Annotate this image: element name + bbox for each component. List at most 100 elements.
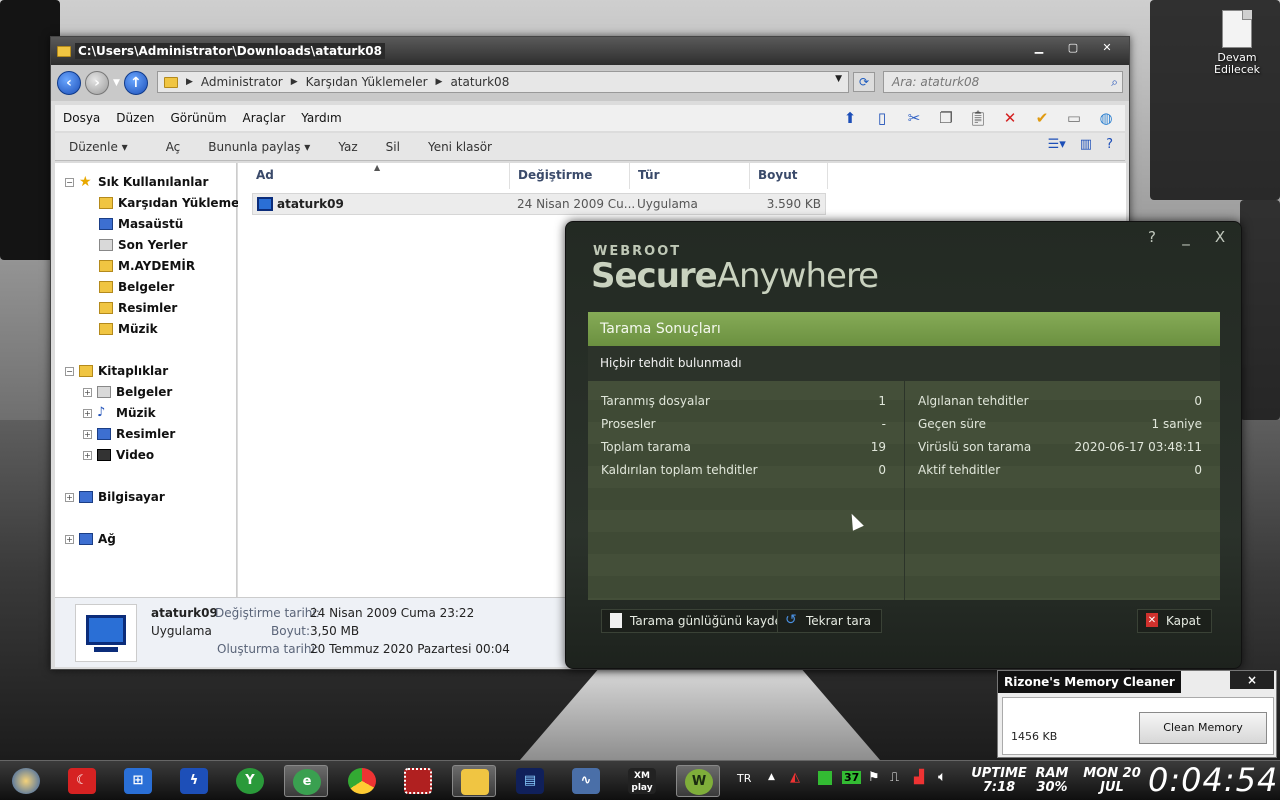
- nav-libraries[interactable]: − Kitaplıklar: [65, 364, 168, 378]
- chevron-right-icon[interactable]: ▶: [186, 77, 193, 87]
- maximize-button[interactable]: ▢: [1057, 39, 1089, 57]
- save-log-button[interactable]: Tarama günlüğünü kaydet: [601, 609, 798, 633]
- chevron-right-icon[interactable]: ▶: [436, 77, 443, 87]
- network-signal-icon[interactable]: ▟: [914, 770, 924, 785]
- history-dropdown-icon[interactable]: ▼: [113, 78, 120, 88]
- globe-icon[interactable]: ◍: [1093, 106, 1119, 130]
- help-icon[interactable]: ?: [1106, 137, 1113, 152]
- tray-memory-icon[interactable]: [818, 771, 832, 785]
- view-options-icon[interactable]: ☰▾: [1048, 137, 1066, 152]
- expand-icon[interactable]: +: [83, 429, 92, 439]
- clock[interactable]: 0:04:54: [1148, 762, 1278, 798]
- expand-icon[interactable]: +: [65, 492, 74, 502]
- expand-icon[interactable]: +: [83, 387, 92, 397]
- clean-memory-button[interactable]: Clean Memory: [1139, 712, 1267, 744]
- language-indicator[interactable]: TR: [737, 772, 751, 785]
- minimize-button[interactable]: ▁: [1023, 39, 1055, 57]
- expand-icon[interactable]: +: [65, 534, 74, 544]
- nav-item-recent[interactable]: Son Yerler: [99, 238, 187, 252]
- close-dialog-button[interactable]: ✕ Kapat: [1137, 609, 1212, 633]
- tray-expand-icon[interactable]: ▲: [768, 772, 775, 782]
- taskbar-app-terminal[interactable]: ▤: [508, 765, 552, 797]
- close-button[interactable]: ✕: [1091, 39, 1123, 57]
- taskbar-app-red[interactable]: [396, 765, 440, 797]
- forward-button[interactable]: ›: [85, 71, 109, 95]
- nav-item-music[interactable]: Müzik: [99, 322, 158, 336]
- column-size[interactable]: Boyut: [750, 163, 828, 189]
- column-modified[interactable]: Değiştirme tarihi: [510, 163, 630, 206]
- table-row[interactable]: ataturk09 24 Nisan 2009 Cu... Uygulama 3…: [252, 193, 826, 215]
- taskbar-app-webroot[interactable]: W: [676, 765, 720, 797]
- up-button[interactable]: ↑: [123, 71, 148, 95]
- rescan-button[interactable]: ↺ Tekrar tara: [777, 609, 883, 633]
- action-center-flag-icon[interactable]: ⚑: [868, 770, 880, 785]
- expand-icon[interactable]: +: [83, 408, 92, 418]
- taskbar-app-update[interactable]: ϟ: [172, 765, 216, 797]
- taskbar-app-windows[interactable]: ⊞: [116, 765, 160, 797]
- desktop-icon-document[interactable]: Devam Edilecek: [1206, 10, 1268, 76]
- nav-lib-music[interactable]: + ♪ Müzik: [83, 406, 156, 420]
- breadcrumb-item[interactable]: ataturk08: [450, 75, 509, 89]
- rename-icon[interactable]: ▭: [1061, 106, 1087, 130]
- delete-button[interactable]: Sil: [372, 140, 414, 154]
- up-folder-icon[interactable]: ⬆: [837, 106, 863, 130]
- menu-help[interactable]: Yardım: [293, 111, 349, 125]
- help-button[interactable]: ?: [1135, 228, 1169, 248]
- collapse-icon[interactable]: −: [65, 366, 74, 376]
- taskbar-app-explorer[interactable]: [452, 765, 496, 797]
- cut-icon[interactable]: ✂: [901, 106, 927, 130]
- menu-tools[interactable]: Araçlar: [235, 111, 294, 125]
- column-type[interactable]: Tür: [630, 163, 750, 189]
- start-button[interactable]: [4, 765, 48, 797]
- taskbar-app-xmplay[interactable]: XM play: [620, 765, 664, 797]
- open-button[interactable]: Aç: [142, 140, 195, 154]
- new-folder-button[interactable]: Yeni klasör: [414, 140, 506, 154]
- taskbar-app-browser[interactable]: e: [284, 765, 328, 797]
- copy-icon[interactable]: ❐: [933, 106, 959, 130]
- memory-cleaner-close-button[interactable]: ×: [1230, 671, 1274, 689]
- tray-badge[interactable]: 37: [842, 771, 862, 784]
- nav-item-pictures[interactable]: Resimler: [99, 301, 177, 315]
- nav-lib-pictures[interactable]: + Resimler: [83, 427, 175, 441]
- chevron-down-icon[interactable]: ▼: [835, 74, 842, 84]
- volume-icon[interactable]: 🔈︎: [938, 769, 946, 785]
- nav-item-downloads[interactable]: Karşıdan Yüklemeler: [99, 196, 257, 210]
- delete-icon[interactable]: ✕: [997, 106, 1023, 130]
- preview-pane-icon[interactable]: ▥: [1080, 137, 1092, 152]
- nav-computer[interactable]: + Bilgisayar: [65, 490, 165, 504]
- nav-favorites[interactable]: − ★ Sık Kullanılanlar: [65, 175, 208, 189]
- chevron-right-icon[interactable]: ▶: [291, 77, 298, 87]
- search-input[interactable]: Ara: ataturk08 ⌕: [883, 71, 1123, 93]
- nav-network[interactable]: + Ağ: [65, 532, 116, 546]
- taskbar-app-chrome[interactable]: [340, 765, 384, 797]
- taskbar-app-flag[interactable]: ☾: [60, 765, 104, 797]
- minimize-button[interactable]: _: [1169, 228, 1203, 248]
- collapse-icon[interactable]: −: [65, 177, 74, 187]
- taskbar-app-monitor[interactable]: ∿: [564, 765, 608, 797]
- tray-red-icon[interactable]: ◭: [790, 770, 800, 785]
- burn-button[interactable]: Yaz: [324, 140, 371, 154]
- usb-icon[interactable]: ⎍: [890, 770, 899, 785]
- nav-item-desktop[interactable]: Masaüstü: [99, 217, 183, 231]
- refresh-button[interactable]: ⟳: [853, 72, 875, 92]
- expand-icon[interactable]: +: [83, 450, 92, 460]
- explorer-titlebar[interactable]: C:\Users\Administrator\Downloads\ataturk…: [51, 37, 1129, 65]
- address-bar[interactable]: ▶ Administrator ▶ Karşıdan Yüklemeler ▶ …: [157, 71, 849, 93]
- menu-file[interactable]: Dosya: [55, 111, 108, 125]
- folders-pane-icon[interactable]: ▯: [869, 106, 895, 130]
- share-with-button[interactable]: Bununla paylaş ▾: [194, 140, 324, 154]
- back-button[interactable]: ‹: [57, 71, 81, 95]
- properties-icon[interactable]: ✔: [1029, 106, 1055, 130]
- menu-edit[interactable]: Düzen: [108, 111, 162, 125]
- nav-item-user[interactable]: M.AYDEMİR: [99, 259, 195, 273]
- menu-view[interactable]: Görünüm: [162, 111, 234, 125]
- organize-button[interactable]: Düzenle ▾: [55, 140, 142, 154]
- nav-lib-video[interactable]: + Video: [83, 448, 154, 462]
- breadcrumb-item[interactable]: Karşıdan Yüklemeler: [306, 75, 428, 89]
- paste-icon[interactable]: 📋︎: [965, 106, 991, 130]
- nav-item-documents[interactable]: Belgeler: [99, 280, 174, 294]
- nav-lib-documents[interactable]: + Belgeler: [83, 385, 172, 399]
- search-icon[interactable]: ⌕: [1111, 72, 1118, 92]
- breadcrumb-item[interactable]: Administrator: [201, 75, 283, 89]
- taskbar-app-green[interactable]: Y: [228, 765, 272, 797]
